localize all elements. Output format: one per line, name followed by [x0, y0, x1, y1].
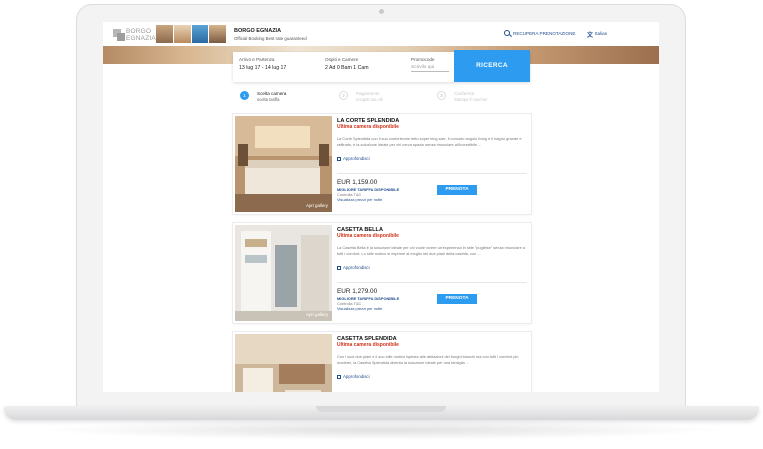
plus-icon: [337, 265, 341, 270]
hotel-name: BORGO EGNAZIA: [234, 28, 282, 34]
hotel-thumbnails: [156, 25, 226, 43]
room-card: CASETTA SPLENDIDA Ultima camera disponib…: [233, 332, 531, 392]
step-subtitle: Stampa il voucher: [454, 97, 488, 102]
room-card: Apri gallery CASETTA BELLA Ultima camera…: [233, 223, 531, 323]
dates-value: 13 lug 17 - 14 lug 17: [239, 65, 287, 71]
availability-badge: Ultima camera disponibile: [337, 342, 399, 348]
room-photo-bedroom: [235, 116, 332, 212]
logo-text-1: BORGO: [126, 28, 152, 35]
language-selector[interactable]: Italian: [595, 31, 607, 36]
gallery-label[interactable]: Apri gallery: [306, 203, 328, 208]
dates-field[interactable]: Arrivo e Partenza 13 lug 17 - 14 lug 17: [239, 57, 286, 71]
laptop-shadow: [40, 420, 723, 440]
availability-badge: Ultima camera disponibile: [337, 124, 399, 130]
guests-value: 2 Ad 0 Bam 1 Cam: [325, 65, 369, 71]
details-link[interactable]: Approfondisci: [337, 156, 370, 161]
search-button[interactable]: RICERCA: [454, 50, 530, 82]
logo[interactable]: BORGO EGNAZIA: [113, 27, 156, 43]
room-photo[interactable]: [235, 334, 332, 392]
site-header: BORGO EGNAZIA BORGO EGNAZIA Official Boo…: [103, 22, 659, 46]
plus-icon: [337, 374, 341, 379]
plus-icon: [337, 156, 341, 161]
step-title: Scelta camera: [257, 91, 287, 96]
details-link-label: Approfondisci: [343, 374, 370, 379]
search-icon: [504, 30, 510, 36]
recover-booking-link[interactable]: RECUPERA PRENOTAZIONE: [513, 31, 575, 36]
room-card: Apri gallery LA CORTE SPLENDIDA Ultima c…: [233, 114, 531, 214]
details-link-label: Approfondisci: [343, 265, 370, 270]
room-price: EUR 1,279.00: [337, 288, 378, 295]
availability-badge: Ultima camera disponibile: [337, 233, 399, 239]
browser-screen: BORGO EGNAZIA BORGO EGNAZIA Official Boo…: [103, 22, 659, 392]
room-price: EUR 1,159.00: [337, 179, 378, 186]
logo-text-2: EGNAZIA: [126, 35, 156, 42]
hotel-subtitle: Official Booking Best rate guaranteed: [234, 36, 307, 41]
step-subtitle: recapiti tua vill: [356, 97, 383, 102]
divider: [337, 282, 527, 283]
laptop-notch: [316, 406, 446, 412]
step-number: 2: [339, 91, 348, 100]
promo-input[interactable]: Scrivilo qui: [411, 65, 449, 72]
laptop-mockup: BORGO EGNAZIA BORGO EGNAZIA Official Boo…: [0, 0, 763, 449]
details-link-label: Approfondisci: [343, 156, 370, 161]
guests-field[interactable]: Ospiti e Camere 2 Ad 0 Bam 1 Cam: [325, 57, 369, 71]
translate-icon: 文: [587, 33, 594, 39]
details-link[interactable]: Approfondisci: [337, 265, 370, 270]
gallery-label[interactable]: Apri gallery: [306, 312, 328, 317]
step-subtitle: scelta tariffa: [257, 97, 280, 102]
room-photo-splendida: [235, 334, 332, 392]
webcam: [379, 9, 384, 14]
room-photo[interactable]: Apri gallery: [235, 116, 332, 212]
room-description: Con i suoi due piani e il suo stile rust…: [337, 354, 519, 365]
details-link[interactable]: Approfondisci: [337, 374, 370, 379]
room-description: La Casetta Bella è la soluzione ideale p…: [337, 245, 525, 256]
room-photo-casetta: [235, 225, 332, 321]
per-night-link[interactable]: Visualizza prezzi per notte: [337, 197, 382, 202]
promo-field[interactable]: Promocode Scrivilo qui: [411, 57, 449, 72]
step-number: 3: [437, 91, 446, 100]
dates-label: Arrivo e Partenza: [239, 57, 275, 62]
per-night-link[interactable]: Visualizza prezzi per notte: [337, 306, 382, 311]
guests-label: Ospiti e Camere: [325, 57, 359, 62]
book-button[interactable]: PRENOTA: [437, 185, 477, 195]
divider: [337, 173, 527, 174]
logo-mark-2: [117, 33, 125, 41]
step-title: Conferma: [454, 91, 475, 96]
step-title: Pagamento: [356, 91, 380, 96]
promo-label: Promocode: [411, 57, 435, 62]
room-description: La Corte Splendida con il suo confortevo…: [337, 136, 522, 147]
step-number: 1: [240, 91, 249, 100]
book-button[interactable]: PRENOTA: [437, 294, 477, 304]
room-photo[interactable]: Apri gallery: [235, 225, 332, 321]
